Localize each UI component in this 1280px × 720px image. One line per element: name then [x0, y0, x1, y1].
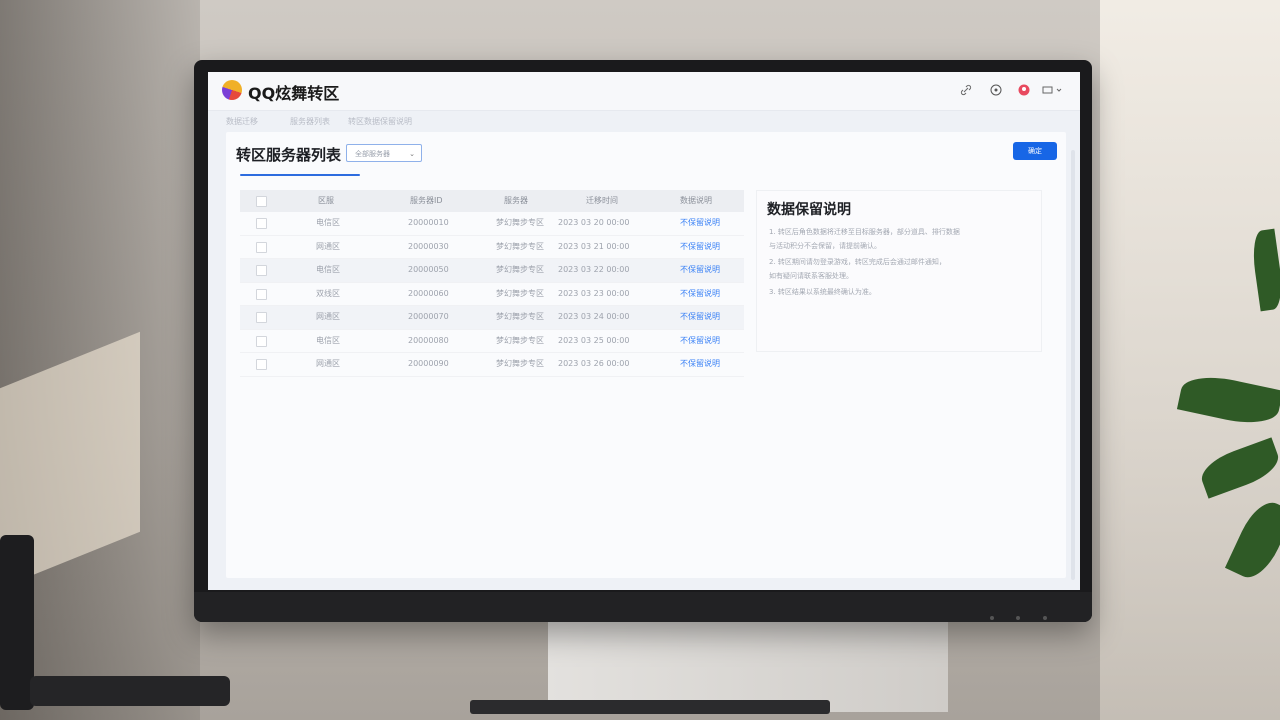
table-row[interactable]: 网通区 20000030 梦幻舞步专区 2023 03 21 00:00 不保留… — [240, 235, 744, 259]
row-checkbox[interactable] — [256, 312, 267, 323]
panel-text: 与活动积分不会保留，请提前确认。 — [769, 242, 881, 250]
server-cell: 梦幻舞步专区 — [496, 335, 544, 345]
detail-link[interactable]: 不保留说明 — [680, 212, 720, 234]
id-cell: 20000060 — [408, 288, 449, 298]
confirm-button[interactable]: 确定 — [1013, 142, 1057, 160]
menu-icon[interactable] — [1042, 84, 1064, 96]
chevron-down-icon: ⌄ — [409, 150, 415, 158]
active-tab-indicator — [240, 174, 360, 176]
table-row[interactable]: 电信区 20000080 梦幻舞步专区 2023 03 25 00:00 不保留… — [240, 329, 744, 353]
time-cell: 2023 03 26 00:00 — [558, 359, 630, 368]
panel-text: 如有疑问请联系客服处理。 — [769, 272, 853, 280]
page-title: 转区服务器列表 — [236, 146, 342, 164]
time-cell: 2023 03 24 00:00 — [558, 312, 630, 321]
time-cell: 2023 03 21 00:00 — [558, 241, 630, 251]
monitor-stand-base — [470, 700, 830, 714]
detail-link[interactable]: 不保留说明 — [680, 306, 720, 328]
zone-cell: 电信区 — [316, 218, 340, 227]
time-cell: 2023 03 22 00:00 — [558, 265, 630, 274]
server-cell: 梦幻舞步专区 — [496, 241, 544, 251]
id-cell: 20000010 — [408, 218, 449, 227]
panel-title: 数据保留说明 — [767, 202, 851, 218]
top-bar: QQ炫舞转区 — [208, 72, 1080, 111]
zone-cell: 网通区 — [316, 241, 340, 251]
table-row[interactable]: 网通区 20000090 梦幻舞步专区 2023 03 26 00:00 不保留… — [240, 353, 744, 377]
detail-link[interactable]: 不保留说明 — [680, 259, 720, 281]
screen: QQ炫舞转区 数据迁移 服务器列表 转区数据保留说明 转区服务器列表 全部服务器… — [208, 72, 1080, 590]
row-checkbox[interactable] — [256, 335, 267, 347]
app-logo-text: QQ炫舞转区 — [248, 84, 340, 103]
keyboard — [30, 676, 230, 706]
time-cell: 2023 03 23 00:00 — [558, 288, 630, 298]
server-cell: 梦幻舞步专区 — [496, 312, 544, 321]
vertical-scrollbar[interactable] — [1071, 150, 1075, 580]
zone-cell: 网通区 — [316, 359, 340, 368]
time-cell: 2023 03 25 00:00 — [558, 335, 630, 345]
table-row[interactable]: 电信区 20000010 梦幻舞步专区 2023 03 20 00:00 不保留… — [240, 212, 744, 236]
link-icon[interactable] — [960, 84, 972, 96]
zone-cell: 双线区 — [316, 288, 340, 298]
column-header: 服务器 — [504, 196, 528, 205]
avatar-icon[interactable] — [1018, 84, 1030, 96]
row-checkbox[interactable] — [256, 288, 267, 300]
id-cell: 20000080 — [408, 335, 449, 345]
data-retention-panel: 数据保留说明 1. 转区后角色数据将迁移至目标服务器，部分道具、排行数据 与活动… — [756, 190, 1042, 352]
column-header: 区服 — [318, 196, 334, 205]
id-cell: 20000090 — [408, 359, 449, 368]
server-cell: 梦幻舞步专区 — [496, 218, 544, 227]
detail-link[interactable]: 不保留说明 — [680, 236, 720, 258]
row-checkbox[interactable] — [256, 265, 267, 276]
select-all-checkbox[interactable] — [256, 196, 267, 207]
server-filter-dropdown[interactable]: 全部服务器 ⌄ — [346, 144, 422, 162]
panel-text: 3. 转区结果以系统最终确认为准。 — [769, 288, 876, 296]
monitor-button[interactable] — [990, 616, 994, 620]
detail-link[interactable]: 不保留说明 — [680, 353, 720, 375]
column-header: 数据说明 — [680, 196, 712, 205]
server-cell: 梦幻舞步专区 — [496, 359, 544, 368]
row-checkbox[interactable] — [256, 218, 267, 229]
server-cell: 梦幻舞步专区 — [496, 288, 544, 298]
column-header: 迁移时间 — [586, 196, 618, 205]
panel-text: 2. 转区期间请勿登录游戏，转区完成后会通过邮件通知， — [769, 258, 946, 266]
panel-text: 1. 转区后角色数据将迁移至目标服务器，部分道具、排行数据 — [769, 228, 960, 236]
zone-cell: 电信区 — [316, 335, 340, 345]
monitor-chin — [194, 592, 1092, 622]
server-table: 区服 服务器ID 服务器 迁移时间 数据说明 电信区 20000010 梦幻舞步… — [240, 190, 744, 377]
table-row[interactable]: 电信区 20000050 梦幻舞步专区 2023 03 22 00:00 不保留… — [240, 259, 744, 283]
table-header: 区服 服务器ID 服务器 迁移时间 数据说明 — [240, 190, 744, 212]
table-row[interactable]: 双线区 20000060 梦幻舞步专区 2023 03 23 00:00 不保留… — [240, 282, 744, 306]
breadcrumb-item[interactable]: 服务器列表 — [290, 116, 330, 127]
server-cell: 梦幻舞步专区 — [496, 265, 544, 274]
help-icon[interactable] — [990, 84, 1002, 96]
detail-link[interactable]: 不保留说明 — [680, 330, 720, 352]
id-cell: 20000070 — [408, 312, 449, 321]
row-checkbox[interactable] — [256, 241, 267, 253]
zone-cell: 网通区 — [316, 312, 340, 321]
wall-right — [1100, 0, 1280, 720]
dropdown-value: 全部服务器 — [355, 150, 390, 158]
breadcrumb: 数据迁移 服务器列表 转区数据保留说明 — [208, 112, 1080, 130]
id-cell: 20000050 — [408, 265, 449, 274]
speaker — [0, 535, 34, 710]
monitor-button[interactable] — [1016, 616, 1020, 620]
monitor-button[interactable] — [1043, 616, 1047, 620]
breadcrumb-item[interactable]: 数据迁移 — [226, 116, 258, 127]
logo-icon — [222, 80, 242, 100]
id-cell: 20000030 — [408, 241, 449, 251]
main-content: 转区服务器列表 全部服务器 ⌄ 确定 区服 服务器ID 服务器 迁移时间 数据说… — [226, 132, 1066, 578]
monitor-stand — [548, 620, 948, 712]
row-checkbox[interactable] — [256, 359, 267, 370]
column-header: 服务器ID — [410, 196, 443, 205]
zone-cell: 电信区 — [316, 265, 340, 274]
detail-link[interactable]: 不保留说明 — [680, 283, 720, 305]
time-cell: 2023 03 20 00:00 — [558, 218, 630, 227]
table-row[interactable]: 网通区 20000070 梦幻舞步专区 2023 03 24 00:00 不保留… — [240, 306, 744, 330]
breadcrumb-item[interactable]: 转区数据保留说明 — [348, 116, 412, 127]
